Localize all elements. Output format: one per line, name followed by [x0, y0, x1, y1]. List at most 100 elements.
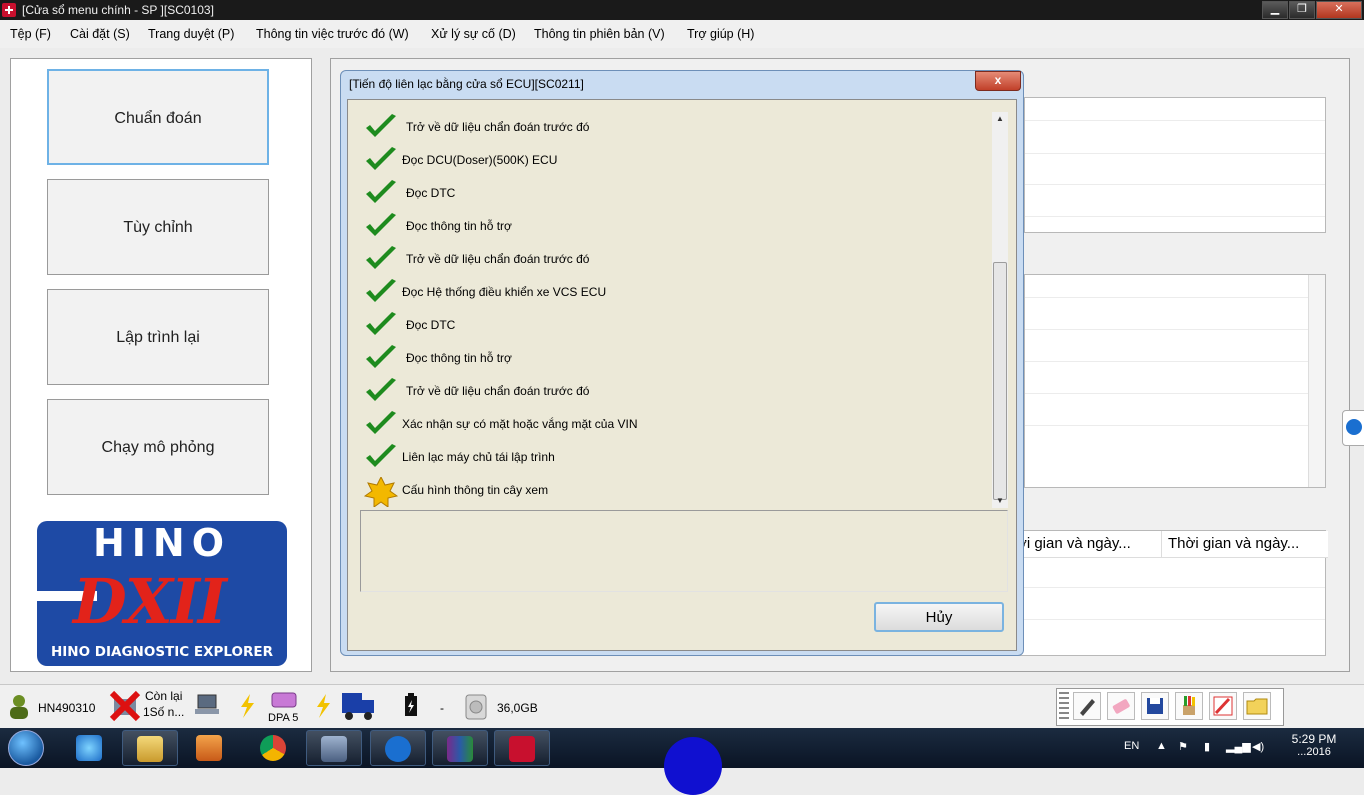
maximize-button[interactable]: ❐: [1289, 1, 1315, 19]
tray-up-arrow-icon[interactable]: ▲: [1156, 740, 1167, 752]
step-label: Trở về dữ liệu chẩn đoán trước đó: [406, 120, 590, 134]
diagnosis-button[interactable]: Chuẩn đoán: [47, 69, 269, 165]
disk-icon: [465, 694, 487, 720]
chrome-icon[interactable]: [246, 730, 302, 766]
save-icon[interactable]: [1141, 692, 1169, 720]
checkmark-icon: [364, 411, 398, 437]
toolbar: [1056, 688, 1284, 726]
menu-version-info[interactable]: Thông tin phiên bản (V): [534, 27, 665, 41]
file-explorer-icon[interactable]: [122, 730, 178, 766]
progress-step: Liên lạc máy chủ tái lập trình: [362, 440, 992, 473]
step-label: Trở về dữ liệu chẩn đoán trước đó: [406, 384, 590, 398]
progress-step: Xác nhận sự có mặt hoặc vắng mặt của VIN: [362, 407, 992, 440]
simulation-button[interactable]: Chạy mô phỏng: [47, 399, 269, 495]
progress-step: Trở về dữ liệu chẩn đoán trước đó: [362, 374, 992, 407]
app-icon: [2, 3, 16, 17]
checkmark-icon: [364, 345, 398, 371]
power-icon[interactable]: ▮: [1204, 740, 1210, 753]
step-label: Đọc thông tin hỗ trợ: [406, 219, 512, 233]
battery-icon: [405, 693, 417, 716]
checkmark-icon: [364, 180, 398, 206]
step-label: Đọc DTC: [406, 318, 456, 332]
progress-step: Đọc DTC: [362, 308, 992, 341]
folder-icon[interactable]: [1243, 692, 1271, 720]
user-icon: [10, 695, 28, 719]
clock-date: ...2016: [1297, 746, 1331, 758]
column-header-datetime-1[interactable]: ời gian và ngày...: [1011, 531, 1165, 558]
winrar-icon[interactable]: [432, 730, 488, 766]
teamviewer-taskbar-icon[interactable]: [370, 730, 426, 766]
battery-value: -: [440, 701, 444, 715]
eraser-icon[interactable]: [1107, 692, 1135, 720]
flag-icon[interactable]: ⚑: [1178, 740, 1188, 753]
progress-step: Đọc thông tin hỗ trợ: [362, 341, 992, 374]
network-app-icon[interactable]: [306, 730, 362, 766]
menu-settings[interactable]: Cài đặt (S): [70, 27, 130, 41]
logo-product: DXII: [73, 565, 227, 638]
disconnected-icon: [109, 690, 141, 722]
message-box: [360, 510, 1008, 592]
info-grid-top: [1024, 97, 1326, 233]
toolbar-grip[interactable]: [1059, 692, 1069, 720]
dpa-device-icon: [271, 692, 297, 708]
step-label: Đọc DCU(Doser)(500K) ECU: [402, 153, 558, 167]
close-window-button[interactable]: ✕: [1316, 1, 1362, 19]
volume-icon[interactable]: ◀): [1252, 740, 1264, 753]
step-label: Liên lạc máy chủ tái lập trình: [402, 450, 555, 464]
progress-step: Trở về dữ liệu chẩn đoán trước đó: [362, 242, 992, 275]
checkmark-icon: [364, 312, 398, 338]
menu-previous-work[interactable]: Thông tin việc trước đó (W): [256, 27, 409, 41]
checkmark-icon: [364, 378, 398, 404]
checkmark-icon: [364, 444, 398, 470]
dtc-history-table: ời gian và ngày... Thời gian và ngày...: [1010, 530, 1328, 656]
user-id: HN490310: [38, 701, 96, 715]
pencils-icon[interactable]: [1175, 692, 1203, 720]
hino-dxii-taskbar-icon[interactable]: [494, 730, 550, 766]
clock-time: 5:29 PM: [1291, 732, 1337, 746]
network-icon[interactable]: ▂▄▆: [1226, 740, 1251, 753]
minimize-button[interactable]: ▁: [1262, 1, 1288, 19]
language-indicator[interactable]: EN: [1124, 740, 1139, 752]
media-player-icon[interactable]: [182, 730, 238, 766]
menu-bar: Tệp (F) Cài đặt (S) Trang duyệt (P) Thôn…: [0, 20, 1364, 48]
clock[interactable]: 5:29 PM ...2016: [1286, 732, 1342, 758]
progress-step: Đọc thông tin hỗ trợ: [362, 209, 992, 242]
dialog-body: Trở về dữ liệu chẩn đoán trước đó Đọc DCU…: [347, 99, 1017, 651]
cancel-button[interactable]: Hủy: [874, 602, 1004, 632]
menu-file[interactable]: Tệp (F): [10, 27, 51, 41]
checkmark-icon: [364, 246, 398, 272]
column-header-datetime-2[interactable]: Thời gian và ngày...: [1161, 531, 1328, 558]
status-bar: HN490310 Còn lại 1Số n... DPA 5 - 36,0GB: [0, 684, 1364, 729]
teamviewer-side-icon[interactable]: [1342, 410, 1364, 446]
menu-page-browse[interactable]: Trang duyệt (P): [148, 27, 234, 41]
red-pen-icon[interactable]: [1209, 692, 1237, 720]
internet-explorer-icon[interactable]: [62, 730, 118, 766]
menu-troubleshoot[interactable]: Xử lý sự cố (D): [431, 27, 516, 41]
scroll-down-arrow[interactable]: ▼: [992, 494, 1008, 508]
info-grid-middle: [1024, 274, 1326, 488]
disk-space: 36,0GB: [497, 701, 538, 715]
window-title: [Cửa sổ menu chính - SP ][SC0103]: [22, 3, 214, 17]
grid-scrollbar[interactable]: [1308, 275, 1325, 487]
overlay-blue-dot: [664, 737, 722, 795]
progress-step: Đọc DTC: [362, 176, 992, 209]
lightning-icon-2: [317, 694, 330, 718]
edit-icon[interactable]: [1073, 692, 1101, 720]
dialog-close-button[interactable]: x: [975, 71, 1021, 91]
scroll-thumb[interactable]: [993, 262, 1007, 500]
logo-subtitle: HINO DIAGNOSTIC EXPLORER: [50, 644, 274, 660]
logo-brand: HINO: [92, 521, 232, 565]
reprogram-button[interactable]: Lập trình lại: [47, 289, 269, 385]
checkmark-icon: [364, 114, 398, 140]
scroll-up-arrow[interactable]: ▲: [992, 112, 1008, 126]
remaining-label: Còn lại: [145, 689, 183, 703]
start-button[interactable]: [8, 730, 44, 766]
customize-button[interactable]: Tùy chỉnh: [47, 179, 269, 275]
menu-help[interactable]: Trợ giúp (H): [687, 27, 754, 41]
main-menu-panel: Chuẩn đoán Tùy chỉnh Lập trình lại Chạy …: [10, 58, 312, 672]
checkmark-icon: [364, 279, 398, 305]
step-label: Xác nhận sự có mặt hoặc vắng mặt của VIN: [402, 417, 638, 431]
lightning-icon: [241, 694, 254, 718]
progress-step: Đọc Hệ thống điều khiển xe VCS ECU: [362, 275, 992, 308]
step-list-scrollbar[interactable]: ▲ ▼: [992, 112, 1008, 508]
